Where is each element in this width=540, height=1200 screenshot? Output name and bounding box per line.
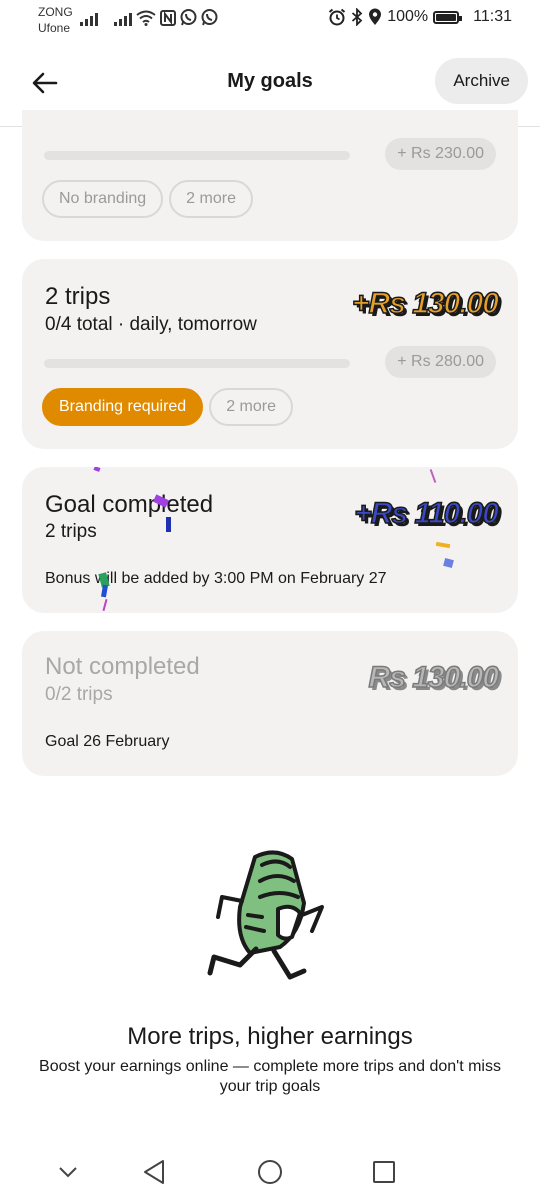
signal-icon — [80, 10, 98, 26]
nav-recents-icon — [373, 1161, 395, 1183]
nav-back-button[interactable] — [136, 1154, 172, 1190]
nav-recents-button[interactable] — [366, 1154, 402, 1190]
battery-percent: 100% — [387, 8, 429, 25]
goal-card-not-completed[interactable]: Not completed 0/2 trips Rs 130.00 Goal 2… — [22, 631, 518, 776]
tag-more[interactable]: 2 more — [209, 388, 293, 426]
goal-card[interactable]: + Rs 230.00 No branding 2 more — [22, 110, 518, 241]
battery-icon — [433, 10, 463, 24]
goal-reward: +Rs 110.00 — [354, 496, 500, 531]
archive-button[interactable]: Archive — [435, 58, 528, 104]
wifi-icon — [136, 10, 156, 26]
nav-back-icon — [144, 1160, 164, 1184]
confetti-piece — [100, 584, 109, 598]
goal-card[interactable]: 2 trips 0/4 total · daily, tomorrow +Rs … — [22, 259, 518, 449]
tag-no-branding[interactable]: No branding — [42, 180, 164, 218]
tag-more[interactable]: 2 more — [169, 180, 253, 218]
goal-note: Goal 26 February — [45, 733, 170, 750]
goal-title: 2 trips — [45, 283, 111, 310]
promo-body: Boost your earnings online — complete mo… — [39, 1058, 501, 1095]
nav-home-icon — [258, 1160, 282, 1184]
clock: 11:31 — [473, 8, 512, 25]
goal-subtitle: 2 trips — [45, 521, 97, 542]
running-money-icon — [207, 850, 324, 980]
alarm-icon — [329, 8, 346, 26]
goal-tags: Branding required 2 more — [42, 388, 293, 426]
goal-card-completed[interactable]: Goal completed 2 trips +Rs 110.00 Bonus … — [22, 467, 518, 613]
goal-subtitle: 0/2 trips — [45, 684, 113, 705]
goal-tags: No branding 2 more — [42, 180, 253, 218]
signal-icon — [114, 10, 132, 26]
goal-progress: + Rs 280.00 — [44, 346, 496, 378]
whatsapp-icon — [180, 9, 197, 26]
nav-collapse-icon — [59, 1167, 77, 1178]
nfc-icon — [160, 10, 176, 26]
whatsapp-icon — [201, 9, 218, 26]
goal-title: Not completed — [45, 653, 200, 680]
goal-progress: + Rs 230.00 — [44, 138, 496, 170]
status-right: 100% 11:31 — [328, 8, 512, 26]
goal-title: Goal completed — [45, 491, 214, 518]
progress-track — [44, 359, 350, 368]
progress-track — [44, 151, 350, 160]
goal-note: Bonus will be added by 3:00 PM on Februa… — [45, 570, 387, 587]
confetti-piece — [93, 467, 101, 472]
carrier-1: ZONG — [38, 5, 73, 19]
promo-title: More trips, higher earnings — [127, 1023, 413, 1050]
app-header: My goals Archive — [0, 52, 540, 112]
tag-branding-required[interactable]: Branding required — [42, 388, 204, 426]
status-left-icons — [80, 9, 218, 26]
bluetooth-icon — [352, 8, 363, 26]
reward-amount-pill: + Rs 280.00 — [385, 346, 496, 378]
nav-home-button[interactable] — [252, 1154, 288, 1190]
goal-reward: Rs 130.00 — [368, 660, 500, 695]
system-navigation-bar — [0, 1140, 540, 1200]
nav-collapse-button[interactable] — [50, 1154, 86, 1190]
confetti-piece — [166, 517, 171, 532]
confetti-piece — [443, 557, 454, 569]
carrier-2: Ufone — [38, 21, 71, 35]
confetti-piece — [102, 598, 108, 612]
goal-subtitle: 0/4 total · daily, tomorrow — [45, 314, 257, 335]
goal-reward: +Rs 130.00 — [351, 286, 499, 321]
status-bar: ZONG Ufone 100% 11:31 — [0, 0, 540, 40]
reward-amount-pill: + Rs 230.00 — [385, 138, 496, 170]
carrier-labels: ZONG Ufone — [38, 4, 73, 36]
confetti-piece — [435, 541, 451, 549]
confetti-piece — [429, 469, 437, 483]
location-icon — [369, 8, 382, 25]
